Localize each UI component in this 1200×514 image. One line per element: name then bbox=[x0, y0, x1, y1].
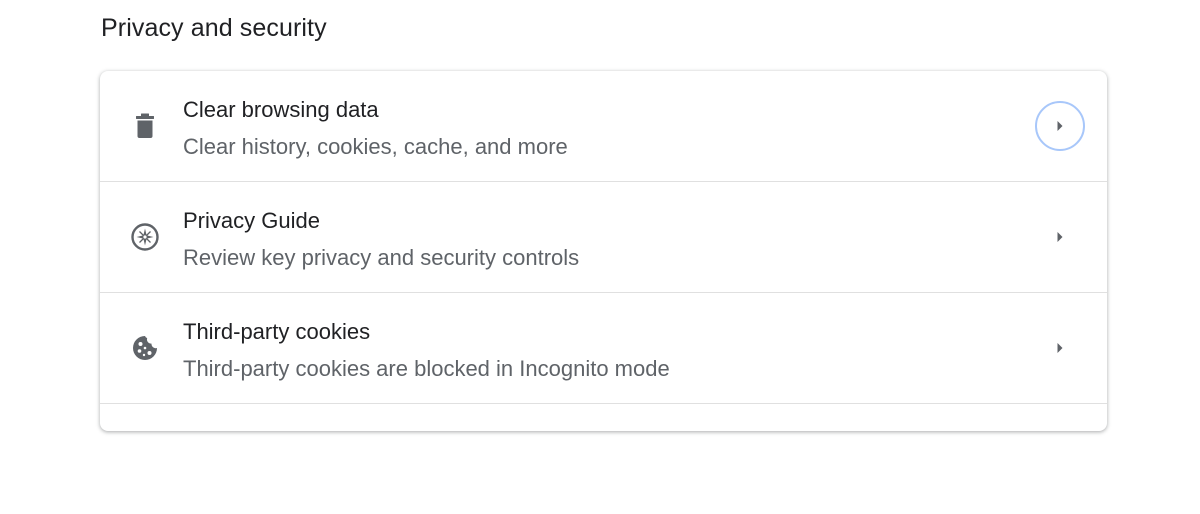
privacy-guide-title: Privacy Guide bbox=[183, 208, 320, 233]
third-party-cookies-row[interactable]: Third-party cookies Third-party cookies … bbox=[100, 293, 1107, 403]
privacy-guide-row[interactable]: Privacy Guide Review key privacy and sec… bbox=[100, 182, 1107, 292]
chevron-right-icon bbox=[1057, 232, 1063, 242]
privacy-guide-arrow-button[interactable] bbox=[1035, 212, 1085, 262]
third-party-cookies-arrow-button[interactable] bbox=[1035, 323, 1085, 373]
clear-browsing-data-subtitle: Clear history, cookies, cache, and more bbox=[183, 134, 568, 159]
clear-browsing-data-title: Clear browsing data bbox=[183, 97, 379, 122]
cookie-icon bbox=[130, 333, 160, 363]
next-row[interactable] bbox=[100, 404, 1107, 514]
trash-icon bbox=[130, 111, 160, 141]
section-title: Privacy and security bbox=[101, 14, 327, 42]
privacy-guide-subtitle: Review key privacy and security controls bbox=[183, 245, 580, 270]
clear-browsing-data-row[interactable]: Clear browsing data Clear history, cooki… bbox=[100, 71, 1107, 181]
compass-icon bbox=[130, 222, 160, 252]
chevron-right-icon bbox=[1057, 121, 1063, 131]
third-party-cookies-title: Third-party cookies bbox=[183, 319, 371, 344]
privacy-security-card: Clear browsing data Clear history, cooki… bbox=[100, 71, 1107, 431]
chevron-right-icon bbox=[1057, 343, 1063, 353]
clear-browsing-data-arrow-button[interactable] bbox=[1035, 101, 1085, 151]
third-party-cookies-subtitle: Third-party cookies are blocked in Incog… bbox=[183, 356, 670, 381]
